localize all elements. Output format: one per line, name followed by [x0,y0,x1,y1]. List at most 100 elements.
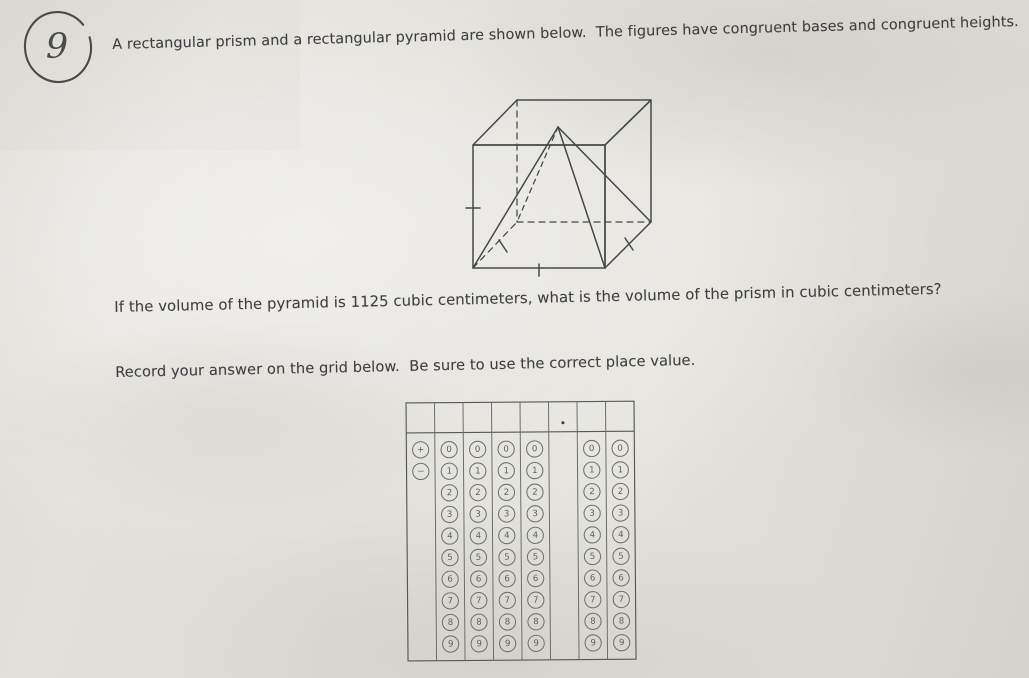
bubble-label: 0 [589,444,595,454]
write-in-cell[interactable] [492,403,520,432]
bubble-digit-4[interactable]: 4 [469,527,487,545]
bubble-label: 8 [590,617,596,627]
bubble-label: 9 [505,639,511,649]
bubble-label: 9 [590,638,596,648]
bubble-digit-0[interactable]: 0 [526,440,544,458]
bubble-digit-3[interactable]: 3 [498,505,516,523]
bubble-digit-4[interactable]: 4 [441,527,459,545]
bubble-digit-1[interactable]: 1 [497,462,515,480]
bubble-digit-3[interactable]: 3 [583,504,601,522]
grid-column-divider [576,401,580,660]
bubble-digit-8[interactable]: 8 [498,613,517,631]
bubble-digit-2[interactable]: 2 [497,483,516,502]
bubble-digit-5[interactable]: 5 [526,548,545,566]
write-in-cell[interactable] [435,403,463,432]
bubble-digit-9[interactable]: 9 [527,634,545,652]
write-in-cell[interactable] [578,402,606,431]
bubble-digit-1[interactable]: 1 [440,462,458,480]
bubble-digit-2[interactable]: 2 [440,484,459,502]
bubble-digit-2[interactable]: 2 [583,483,601,501]
bubble-digit-3[interactable]: 3 [526,505,544,523]
bubble-label: 5 [590,552,596,562]
bubble-digit-6[interactable]: 6 [441,570,459,588]
bubble-label: 7 [533,596,539,606]
bubble-digit-1[interactable]: 1 [583,461,601,479]
bubble-label: 3 [447,510,453,520]
bubble-digit-0[interactable]: 0 [497,440,515,458]
bubble-label: 7 [448,596,454,606]
bubble-label: 6 [504,574,510,584]
bubble-digit-7[interactable]: 7 [584,591,602,609]
bubble-digit-9[interactable]: 9 [613,634,631,652]
bubble-digit-7[interactable]: 7 [527,591,545,609]
write-in-cell[interactable] [521,402,549,431]
question-statement-line-1: A rectangular prism and a rectangular py… [112,14,1019,53]
bubble-digit-9[interactable]: 9 [470,635,488,653]
bubble-digit-0[interactable]: 0 [583,439,601,458]
answer-bubble-grid[interactable]: + − 0 1 2 3 4 5 6 7 8 9 0 1 2 3 4 5 6 7 8 9 0 1 2 3 4 5 6 7 8 9 0 1 2 3 4 5 6 7… [404,399,638,663]
write-in-cell[interactable] [549,402,577,431]
bubble-label: 1 [447,467,453,477]
bubble-label: 0 [532,444,538,454]
bubble-label: 5 [504,553,510,563]
bubble-digit-0[interactable]: 0 [611,439,629,457]
bubble-digit-7[interactable]: 7 [498,591,516,610]
bubble-label: 6 [590,574,596,584]
bubble-digit-2[interactable]: 2 [611,482,630,501]
bubble-digit-1[interactable]: 1 [526,461,544,480]
bubble-digit-6[interactable]: 6 [584,569,602,587]
bubble-label: 1 [618,465,624,475]
bubble-label: 4 [618,530,624,540]
bubble-label: 5 [618,552,624,562]
bubble-sign-minus[interactable]: − [412,462,430,481]
bubble-digit-8[interactable]: 8 [584,612,602,630]
bubble-digit-7[interactable]: 7 [470,591,488,610]
bubble-digit-7[interactable]: 7 [441,592,459,610]
bubble-digit-4[interactable]: 4 [583,526,601,544]
bubble-label: 0 [446,445,452,455]
bubble-digit-8[interactable]: 8 [612,612,631,630]
bubble-digit-0[interactable]: 0 [440,441,458,459]
bubble-digit-8[interactable]: 8 [470,613,488,631]
bubble-label: 2 [447,488,453,498]
bubble-digit-5[interactable]: 5 [441,549,459,567]
decimal-point-glyph [561,421,565,425]
bubble-digit-3[interactable]: 3 [469,505,487,523]
bubble-digit-9[interactable]: 9 [442,635,460,653]
bubble-digit-6[interactable]: 6 [498,570,516,588]
bubble-digit-2[interactable]: 2 [526,483,544,501]
bubble-label: 2 [504,488,510,498]
write-in-cell[interactable] [464,403,492,432]
bubble-label: + [417,445,424,455]
bubble-digit-6[interactable]: 6 [470,570,488,588]
bubble-digit-4[interactable]: 4 [498,526,516,545]
bubble-digit-3[interactable]: 3 [612,504,630,522]
bubble-digit-1[interactable]: 1 [469,462,487,480]
bubble-digit-7[interactable]: 7 [612,590,630,609]
bubble-digit-0[interactable]: 0 [469,440,487,459]
write-in-cell[interactable] [606,402,634,431]
bubble-label: 2 [475,488,481,498]
bubble-sign-plus[interactable]: + [412,441,430,459]
bubble-digit-9[interactable]: 9 [584,634,602,652]
bubble-digit-5[interactable]: 5 [583,547,602,566]
bubble-digit-8[interactable]: 8 [441,613,460,632]
grid-column-divider [462,402,466,661]
bubble-digit-9[interactable]: 9 [499,634,517,653]
bubble-label: 2 [532,488,538,498]
bubble-digit-6[interactable]: 6 [612,569,630,587]
bubble-digit-1[interactable]: 1 [611,461,629,479]
bubble-digit-5[interactable]: 5 [469,548,488,567]
bubble-digit-8[interactable]: 8 [527,613,545,631]
bubble-digit-4[interactable]: 4 [612,526,630,544]
bubble-digit-5[interactable]: 5 [498,548,516,566]
bubble-label: 4 [533,531,539,541]
bubble-digit-5[interactable]: 5 [612,547,630,565]
svg-text:9: 9 [46,27,68,67]
bubble-label: 6 [533,574,539,584]
bubble-digit-3[interactable]: 3 [441,505,459,524]
bubble-digit-6[interactable]: 6 [527,569,545,588]
bubble-digit-4[interactable]: 4 [526,526,544,544]
write-in-cell[interactable] [407,403,435,432]
bubble-digit-2[interactable]: 2 [469,483,487,502]
